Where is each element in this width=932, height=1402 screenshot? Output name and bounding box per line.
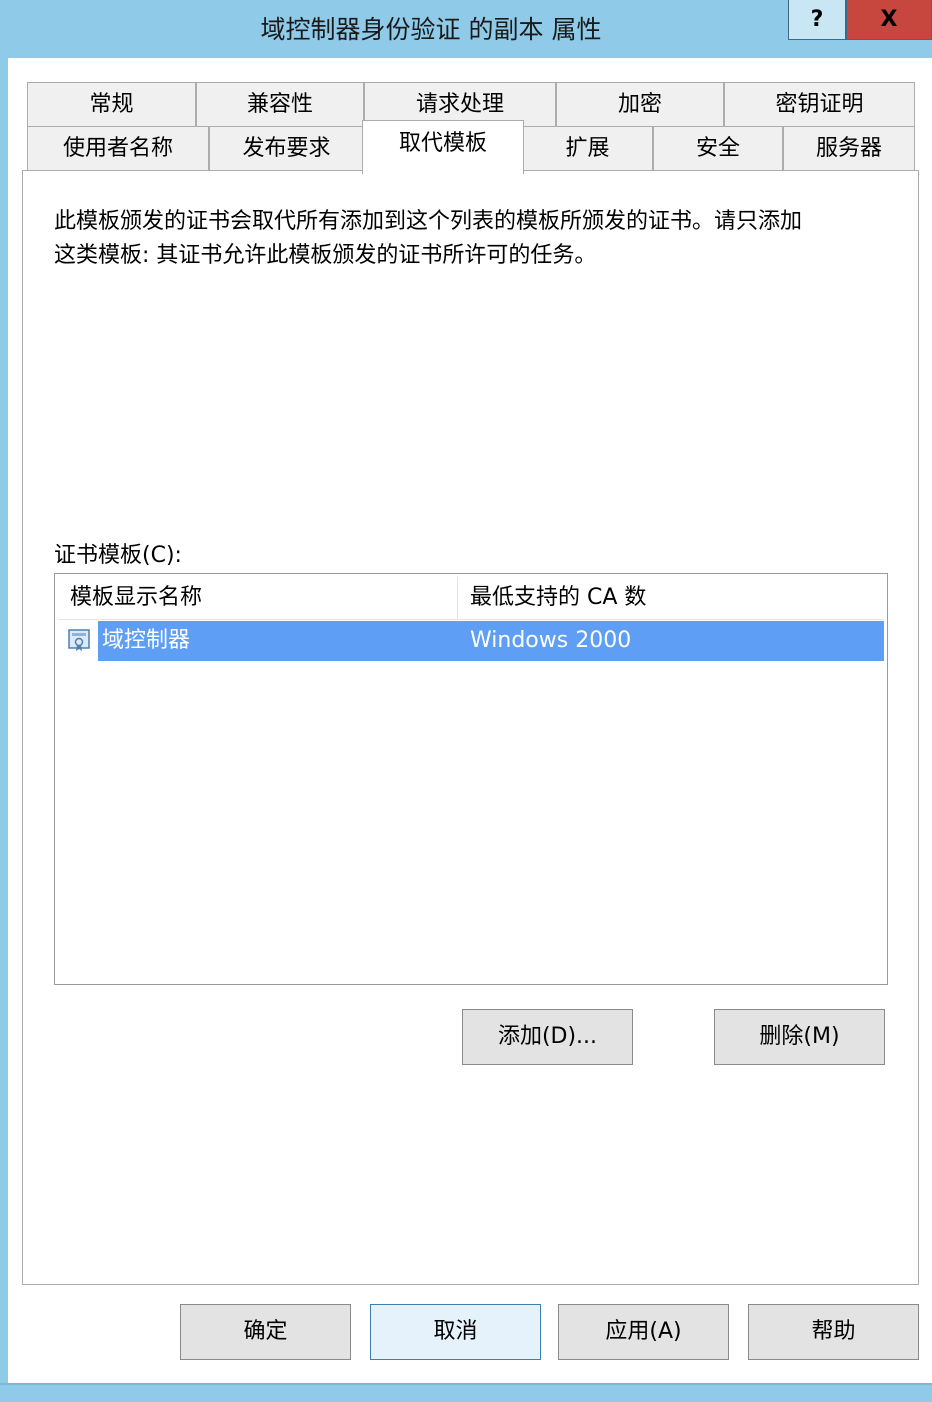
tab-security[interactable]: 安全 xyxy=(653,126,783,170)
tab-server[interactable]: 服务器 xyxy=(783,126,915,170)
certificate-template-icon xyxy=(68,629,90,651)
description-text: 此模板颁发的证书会取代所有添加到这个列表的模板所颁发的证书。请只添加 这类模板:… xyxy=(54,205,894,273)
tab-subject-name[interactable]: 使用者名称 xyxy=(27,126,209,170)
tab-extensions[interactable]: 扩展 xyxy=(522,126,653,170)
tab-cryptography[interactable]: 加密 xyxy=(556,82,724,126)
description-line-2: 这类模板: 其证书允许此模板颁发的证书所许可的任务。 xyxy=(54,243,597,268)
certificate-templates-label: 证书模板(C): xyxy=(54,543,182,568)
tab-general[interactable]: 常规 xyxy=(27,82,196,126)
add-button[interactable]: 添加(D)... xyxy=(462,1009,633,1065)
help-button[interactable]: 帮助 xyxy=(748,1304,919,1360)
cancel-button[interactable]: 取消 xyxy=(370,1304,541,1360)
table-row[interactable]: 域控制器 Windows 2000 xyxy=(58,621,884,661)
help-title-button[interactable]: ? xyxy=(788,0,846,40)
row-min-ca: Windows 2000 xyxy=(470,628,632,653)
remove-button[interactable]: 删除(M) xyxy=(714,1009,885,1065)
column-header-min-ca[interactable]: 最低支持的 CA 数 xyxy=(458,577,884,619)
description-line-1: 此模板颁发的证书会取代所有添加到这个列表的模板所颁发的证书。请只添加 xyxy=(54,209,803,234)
apply-button[interactable]: 应用(A) xyxy=(558,1304,729,1360)
tab-superseded-templates[interactable]: 取代模板 xyxy=(362,120,524,174)
tab-issuance-requirements[interactable]: 发布要求 xyxy=(209,126,364,170)
row-template-name: 域控制器 xyxy=(102,628,191,653)
title-bar: 域控制器身份验证 的副本 属性 ? X xyxy=(0,0,932,58)
tab-key-attestation[interactable]: 密钥证明 xyxy=(724,82,915,126)
certificate-templates-list[interactable]: 模板显示名称 最低支持的 CA 数 域控制器 Windows 2000 xyxy=(54,573,888,985)
ok-button[interactable]: 确定 xyxy=(180,1304,351,1360)
row-selection-highlight: 域控制器 Windows 2000 xyxy=(98,621,884,661)
column-header-display-name[interactable]: 模板显示名称 xyxy=(58,577,457,619)
window-title: 域控制器身份验证 的副本 属性 xyxy=(260,15,602,44)
window-bottom-border xyxy=(0,1383,932,1402)
header-divider xyxy=(58,619,884,620)
tab-compatibility[interactable]: 兼容性 xyxy=(196,82,364,126)
close-button[interactable]: X xyxy=(846,0,932,40)
